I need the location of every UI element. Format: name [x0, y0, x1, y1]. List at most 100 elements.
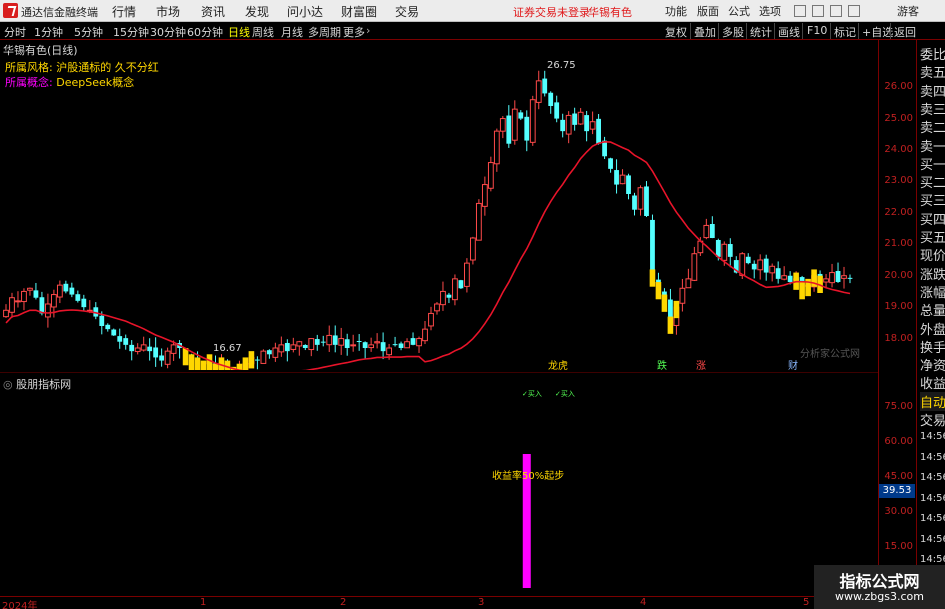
tab-monthly[interactable]: 月线 [281, 24, 303, 40]
side-panel-label[interactable]: 14:56 [920, 452, 945, 463]
tab-back[interactable]: 返回 [894, 24, 916, 40]
candle-body [614, 170, 619, 185]
indicator-settings-icon[interactable]: ◎ [3, 378, 16, 391]
close-icon[interactable] [848, 5, 860, 17]
side-panel-label[interactable]: 自动 [920, 391, 945, 411]
candle-body [452, 278, 458, 301]
marker-dragon-tiger[interactable]: 龙虎 [548, 359, 568, 370]
minimize-icon[interactable] [794, 5, 806, 17]
side-panel-label[interactable]: 涨跌 [920, 264, 945, 283]
tab-add-favorite[interactable]: +自选 [862, 24, 893, 40]
login-warning[interactable]: 证券交易未登录 [513, 4, 590, 20]
candle-body [56, 284, 63, 298]
candle-body [129, 344, 135, 352]
menu-news[interactable]: 资讯 [201, 3, 225, 20]
restore-icon[interactable] [812, 5, 824, 17]
tab-30min[interactable]: 30分钟 [150, 24, 186, 40]
candle-body [3, 309, 9, 318]
candle-body [781, 275, 788, 280]
candle-body [589, 121, 596, 130]
side-panel-label[interactable]: 交易 [920, 410, 945, 429]
side-panel-label[interactable]: 总量 [920, 300, 945, 319]
layout-button[interactable]: 版面 [697, 3, 719, 19]
tab-adjust[interactable]: 复权 [665, 24, 687, 40]
candle-body [344, 339, 350, 348]
buy-signal-1: ✓买入 [522, 390, 542, 398]
side-panel-label[interactable]: 外盘 [920, 319, 945, 338]
menu-wealth[interactable]: 财富圈 [341, 3, 377, 20]
marker-finance[interactable]: 财 [788, 359, 798, 370]
current-indicator-value: 39.53 [879, 484, 915, 498]
tab-more[interactable]: 更多 [343, 24, 365, 40]
tab-weekly[interactable]: 周线 [252, 24, 274, 40]
tab-daily[interactable]: 日线 [228, 24, 250, 40]
tab-statistics[interactable]: 统计 [750, 24, 772, 40]
side-panel-label[interactable]: 卖四 [920, 81, 945, 100]
menu-quotes[interactable]: 行情 [112, 3, 136, 20]
menu-discover[interactable]: 发现 [245, 3, 269, 20]
side-panel-label[interactable]: 14:56 [920, 472, 945, 483]
side-panel-label[interactable]: 14:56 [920, 554, 945, 565]
month-3-label: 3 [478, 597, 485, 608]
side-panel-label[interactable]: 卖二 [920, 117, 945, 136]
guest-label[interactable]: 游客 [897, 3, 919, 19]
side-panel-label[interactable]: 委比 [920, 44, 945, 63]
side-panel-label[interactable]: 现价 [920, 245, 945, 264]
formula-button[interactable]: 公式 [728, 3, 750, 19]
app-logo-icon [3, 3, 18, 18]
tab-15min[interactable]: 15分钟 [113, 24, 149, 40]
menu-trade[interactable]: 交易 [395, 3, 419, 20]
side-panel-label[interactable]: 买五 [920, 227, 945, 246]
tab-5min[interactable]: 5分钟 [74, 24, 103, 40]
candle-body [518, 112, 524, 119]
side-panel-label[interactable]: 换手 [920, 337, 945, 356]
side-panel-label[interactable]: 14:56 [920, 493, 945, 504]
side-panel-label[interactable]: 收益 [920, 373, 945, 392]
side-panel-label[interactable]: 买三 [920, 190, 945, 209]
menu-ask[interactable]: 问小达 [287, 3, 323, 20]
candle-body [428, 312, 434, 327]
options-button[interactable]: 选项 [759, 3, 781, 19]
side-panel-label[interactable]: 卖三 [920, 99, 945, 118]
candle-body [560, 119, 566, 132]
side-panel-label[interactable]: 涨幅 [920, 282, 945, 301]
menu-market[interactable]: 市场 [156, 3, 180, 20]
candle-body [15, 300, 21, 303]
tab-multi-period[interactable]: 多周期 [308, 24, 341, 40]
candle-body [380, 342, 386, 352]
function-button[interactable]: 功能 [665, 3, 687, 19]
maximize-icon[interactable] [830, 5, 842, 17]
marker-up[interactable]: 涨 [696, 360, 706, 370]
candle-body [260, 350, 267, 364]
tab-60min[interactable]: 60分钟 [187, 24, 223, 40]
candle-body [33, 290, 39, 298]
side-panel-label[interactable]: 14:56 [920, 431, 945, 442]
side-panel-label[interactable]: 卖五 [920, 62, 945, 81]
side-panel-label[interactable]: 14:56 [920, 534, 945, 545]
candle-body [650, 219, 655, 276]
candle-body [739, 253, 746, 276]
candle-body [499, 118, 506, 132]
tab-mark[interactable]: 标记 [834, 24, 856, 40]
side-panel-label[interactable]: 14:56 [920, 513, 945, 524]
tab-f10[interactable]: F10 [807, 24, 827, 37]
signal-candle [667, 316, 674, 334]
candle-body [422, 328, 428, 342]
chevron-right-icon[interactable]: › [366, 24, 370, 37]
tab-draw[interactable]: 画线 [778, 24, 800, 40]
month-2-label: 2 [340, 597, 347, 608]
marker-down[interactable]: 跌 [657, 359, 667, 370]
signal-candle [799, 282, 805, 300]
side-panel-label[interactable]: 买一 [920, 154, 945, 173]
side-panel-label[interactable]: 卖一 [920, 136, 945, 155]
date-axis: 2024年 1 2 3 4 5 [0, 596, 945, 609]
side-panel-label[interactable]: 买二 [920, 172, 945, 191]
tab-intraday[interactable]: 分时 [4, 24, 26, 40]
tab-multi-stock[interactable]: 多股 [722, 24, 744, 40]
tab-1min[interactable]: 1分钟 [34, 24, 63, 40]
side-panel-label[interactable]: 买四 [920, 209, 945, 228]
candle-body [458, 280, 464, 289]
side-panel-label[interactable]: 净资 [920, 355, 945, 374]
indicator-panel[interactable]: 收益率50%起步 ✓买入 ✓买入 [0, 372, 878, 596]
tab-overlay[interactable]: 叠加 [694, 24, 716, 40]
